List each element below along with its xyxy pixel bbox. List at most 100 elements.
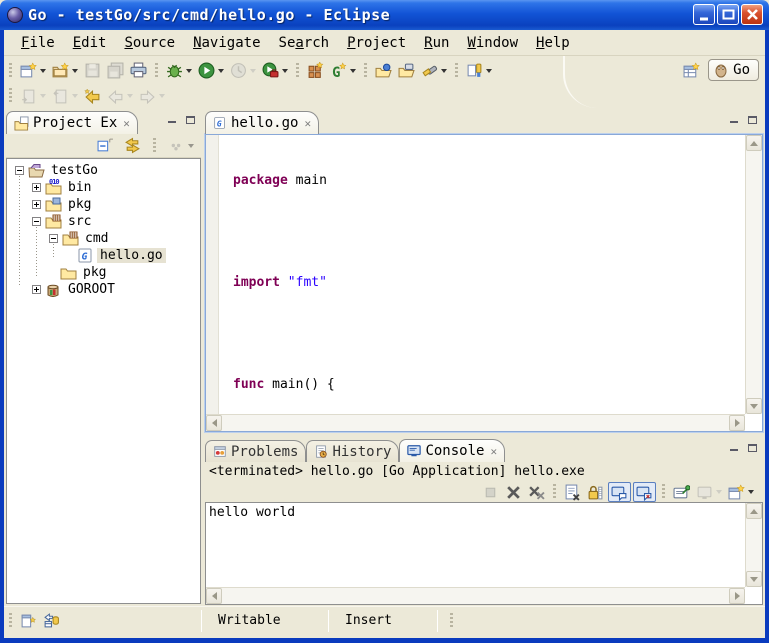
menu-search[interactable]: Search — [270, 33, 339, 53]
console-horizontal-scrollbar[interactable] — [206, 587, 745, 604]
mark-occurrences-dropdown[interactable] — [486, 69, 492, 73]
open-folder-button[interactable] — [396, 60, 417, 82]
new-go-file-dropdown[interactable] — [72, 69, 78, 73]
collapse-expander-icon[interactable] — [49, 234, 58, 243]
scroll-left-button[interactable] — [206, 588, 222, 604]
history-tab[interactable]: History — [306, 440, 399, 462]
new-go-file-button[interactable] — [50, 60, 80, 82]
go-grid-button[interactable] — [305, 60, 326, 82]
close-button[interactable] — [741, 4, 763, 25]
console-tab[interactable]: Console ✕ — [399, 439, 505, 462]
mark-occurrences-button[interactable] — [464, 60, 494, 82]
scroll-down-button[interactable] — [746, 571, 762, 587]
fast-view-button[interactable] — [18, 610, 39, 632]
maximize-button[interactable] — [717, 4, 739, 25]
link-with-editor-button[interactable] — [122, 135, 143, 157]
menu-project[interactable]: Project — [338, 33, 415, 53]
minimize-view-button[interactable] — [165, 114, 179, 126]
toolbar-grip[interactable] — [155, 63, 158, 79]
tree-item-hello-go[interactable]: G hello.go — [7, 247, 200, 264]
menu-window[interactable]: Window — [458, 33, 527, 53]
toolbar-grip[interactable] — [9, 63, 12, 79]
maximize-view-button[interactable] — [745, 442, 759, 454]
search-button[interactable] — [419, 60, 449, 82]
close-tab-icon[interactable]: ✕ — [302, 117, 311, 130]
print-button[interactable] — [128, 60, 149, 82]
scroll-right-button[interactable] — [729, 588, 745, 604]
show-on-stdout-button[interactable] — [608, 482, 631, 502]
editor-vertical-scrollbar[interactable] — [745, 135, 762, 414]
editor-tab-hello-go[interactable]: G hello.go ✕ — [205, 111, 319, 134]
remove-launch-button[interactable] — [503, 482, 524, 502]
collapse-expander-icon[interactable] — [32, 217, 41, 226]
mark-occurrences-icon — [466, 62, 483, 79]
toolbar-grip[interactable] — [9, 88, 12, 104]
console-body[interactable]: hello world — [205, 502, 763, 605]
scroll-down-button[interactable] — [746, 398, 762, 414]
toolbar-grip[interactable] — [296, 63, 299, 79]
new-go-element-button[interactable]: G — [328, 60, 358, 82]
scroll-right-button[interactable] — [729, 415, 745, 431]
tree-item-src[interactable]: src — [7, 213, 200, 230]
tree-item-pkg[interactable]: pkg — [7, 196, 200, 213]
scroll-lock-button[interactable] — [585, 482, 606, 502]
debug-button[interactable] — [164, 60, 194, 82]
tree-item-src-pkg[interactable]: pkg — [7, 264, 200, 281]
open-perspective-button[interactable] — [681, 59, 702, 81]
expand-expander-icon[interactable] — [32, 200, 41, 209]
toolbar-grip[interactable] — [455, 63, 458, 79]
new-wizard-button[interactable] — [18, 60, 48, 82]
tree-item-cmd[interactable]: cmd — [7, 230, 200, 247]
show-on-stderr-button[interactable] — [633, 482, 656, 502]
maximize-view-button[interactable] — [183, 114, 197, 126]
go-perspective-button[interactable]: Go — [708, 59, 759, 81]
editor-horizontal-scrollbar[interactable] — [206, 414, 745, 431]
collapse-all-button[interactable] — [95, 135, 116, 157]
external-tools-button[interactable] — [260, 60, 290, 82]
new-go-element-dropdown[interactable] — [350, 69, 356, 73]
expand-expander-icon[interactable] — [32, 183, 41, 192]
menu-navigate[interactable]: Navigate — [184, 33, 269, 53]
tree-item-goroot[interactable]: GOROOT — [7, 281, 200, 298]
annotation-ruler[interactable] — [206, 135, 219, 414]
pin-console-button[interactable] — [671, 482, 692, 502]
new-wizard-dropdown[interactable] — [40, 69, 46, 73]
open-go-package-button[interactable] — [373, 60, 394, 82]
scroll-left-button[interactable] — [206, 415, 222, 431]
tree-item-bin[interactable]: 010 bin — [7, 179, 200, 196]
maximize-view-button[interactable] — [745, 114, 759, 126]
menu-help[interactable]: Help — [527, 33, 579, 53]
project-explorer-tab[interactable]: Project Ex ✕ — [6, 111, 138, 134]
search-dropdown[interactable] — [441, 69, 447, 73]
minimize-view-button[interactable] — [727, 114, 741, 126]
close-tab-icon[interactable]: ✕ — [488, 445, 497, 458]
scroll-up-button[interactable] — [746, 135, 762, 151]
run-button[interactable] — [196, 60, 226, 82]
minimize-view-button[interactable] — [727, 442, 741, 454]
menu-run[interactable]: Run — [415, 33, 458, 53]
console-vertical-scrollbar[interactable] — [745, 503, 762, 587]
minimize-button[interactable] — [693, 4, 715, 25]
toolbar-grip[interactable] — [364, 63, 367, 79]
open-console-dropdown[interactable] — [748, 490, 754, 494]
scroll-up-button[interactable] — [746, 503, 762, 519]
external-tools-dropdown[interactable] — [282, 69, 288, 73]
problems-tab[interactable]: Problems — [205, 440, 306, 462]
menu-source[interactable]: Source — [115, 33, 184, 53]
trim-stack-button[interactable] — [41, 610, 62, 632]
close-tab-icon[interactable]: ✕ — [121, 117, 130, 130]
last-edit-location-button[interactable] — [82, 85, 103, 107]
tree-item-testGo[interactable]: testGo — [7, 162, 200, 179]
code-area[interactable]: package main import "fmt" func main() { … — [220, 135, 745, 414]
menu-file[interactable]: File — [12, 33, 64, 53]
expand-expander-icon[interactable] — [32, 285, 41, 294]
open-console-button[interactable] — [726, 482, 756, 502]
clear-console-button[interactable] — [562, 482, 583, 502]
collapse-expander-icon[interactable] — [15, 166, 24, 175]
view-menu-button[interactable] — [166, 135, 196, 157]
remove-all-terminated-button[interactable] — [526, 482, 547, 502]
run-dropdown[interactable] — [218, 69, 224, 73]
menu-edit[interactable]: Edit — [64, 33, 116, 53]
debug-dropdown[interactable] — [186, 69, 192, 73]
project-tree[interactable]: testGo 010 bin pkg src — [6, 158, 201, 604]
